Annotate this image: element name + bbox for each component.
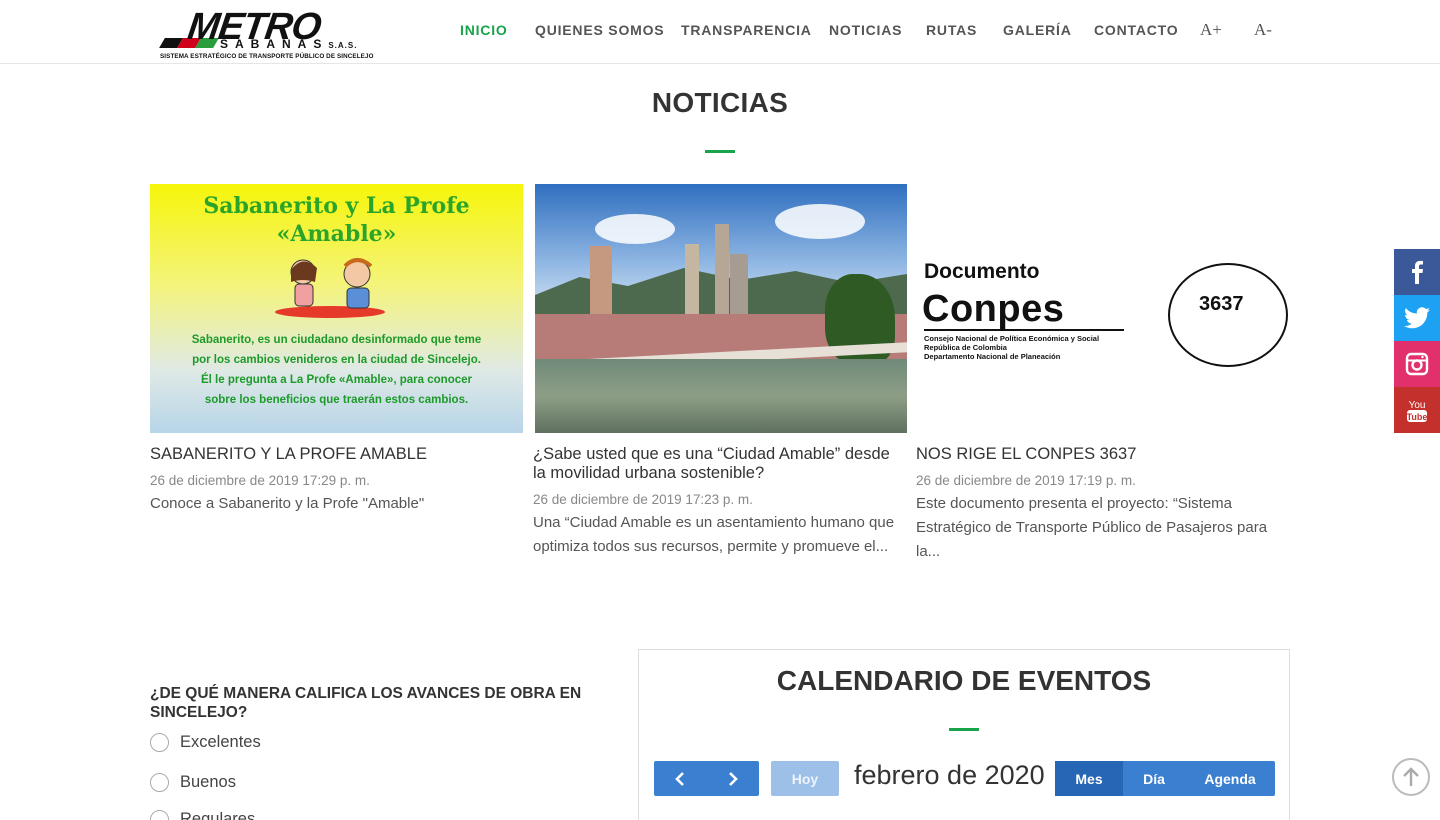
image-small-text: Consejo Nacional de Política Económica y… [924,334,1100,361]
photo-building [685,244,699,316]
news-title[interactable]: ¿Sabe usted que es una “Ciudad Amable” d… [533,445,906,483]
image-heading: Sabanerito y La Profe «Amable» [203,193,470,247]
nav-galeria[interactable]: GALERÍA [1003,22,1072,38]
chevron-right-icon [728,771,738,786]
news-card: Sabanerito y La Profe «Amable» Sabanerit… [150,184,523,516]
scroll-to-top-button[interactable] [1392,758,1430,796]
news-date: 26 de diciembre de 2019 17:19 p. m. [916,473,1136,488]
events-calendar: CALENDARIO DE EVENTOS Hoy febrero de 202… [638,649,1290,820]
news-excerpt: Conoce a Sabanerito y la Profe "Amable" [150,495,425,512]
news-image-sabanerito[interactable]: Sabanerito y La Profe «Amable» Sabanerit… [150,184,523,433]
nav-contacto[interactable]: CONTACTO [1094,22,1178,38]
photo-building [590,246,612,316]
news-date: 26 de diciembre de 2019 17:23 p. m. [533,492,753,507]
poll-option-label: Buenos [180,773,236,791]
radio-button[interactable] [150,733,169,752]
nav-noticias[interactable]: NOTICIAS [829,22,902,38]
news-image-ciudad-amable[interactable] [535,184,907,433]
news-excerpt: Este documento presenta el proyecto: “Si… [916,495,1268,560]
poll-option-buenos[interactable]: Buenos [150,773,236,792]
nav-transparencia[interactable]: TRANSPARENCIA [681,22,812,38]
instagram-icon [1405,352,1429,376]
calendar-view-agenda[interactable]: Agenda [1185,761,1275,796]
metro-sabanas-logo[interactable]: METRO SABANASS.A.S. SISTEMA ESTRATÉGICO … [159,6,390,62]
news-title-underline [705,150,735,153]
news-title[interactable]: NOS RIGE EL CONPES 3637 [916,445,1289,464]
photo-building [730,254,748,316]
image-number: 3637 [1199,293,1244,315]
youtube-icon: YouTube [1407,400,1428,422]
calendar-view-switcher: Mes Día Agenda [1055,761,1275,796]
news-title[interactable]: SABANERITO Y LA PROFE AMABLE [150,445,523,464]
cartoon-characters-illustration [275,258,385,318]
news-excerpt: Una “Ciudad Amable es un asentamiento hu… [533,514,895,555]
photo-water [535,359,907,433]
nav-quienes-somos[interactable]: QUIENES SOMOS [535,22,664,38]
image-caption: Sabanerito, es un ciudadano desinformado… [191,334,482,406]
social-sidebar: You Tube [1394,249,1440,433]
photo-cloud [595,214,675,244]
news-image-conpes[interactable]: Documento Conpes Consejo Nacional de Pol… [916,184,1289,433]
site-header: METRO SABANASS.A.S. SISTEMA ESTRATÉGICO … [0,0,1440,64]
calendar-prev-button[interactable] [654,761,707,796]
calendar-month-label: febrero de 2020 [854,760,1045,790]
font-decrease-button[interactable]: A- [1254,20,1272,40]
nav-inicio[interactable]: INICIO [460,22,508,38]
nav-rutas[interactable]: RUTAS [926,22,977,38]
calendar-next-button[interactable] [707,761,760,796]
news-date: 26 de diciembre de 2019 17:29 p. m. [150,473,370,488]
logo-tagline: SISTEMA ESTRATÉGICO DE TRANSPORTE PÚBLIC… [160,53,374,60]
poll-option-label: Regulares [180,810,256,820]
logo-sub: SABANASS.A.S. [220,37,358,51]
arrow-up-icon [1403,767,1419,786]
svg-text:You: You [1409,400,1426,411]
image-conpes-label: Conpes [922,288,1065,330]
calendar-view-day[interactable]: Día [1123,761,1185,796]
photo-tower [715,224,729,319]
poll-option-regulares[interactable]: Regulares [150,810,255,820]
instagram-link[interactable] [1394,341,1440,387]
facebook-icon [1412,260,1423,284]
youtube-link[interactable]: You Tube [1394,387,1440,433]
calendar-today-button[interactable]: Hoy [771,761,839,796]
news-section-title: NOTICIAS [651,87,789,118]
radio-button[interactable] [150,773,169,792]
calendar-title: CALENDARIO DE EVENTOS [776,665,1152,696]
image-divider [924,329,1124,331]
font-increase-button[interactable]: A+ [1200,20,1222,40]
photo-cloud [775,204,865,239]
calendar-title-underline [949,728,979,731]
poll-question: ¿DE QUÉ MANERA CALIFICA LOS AVANCES DE O… [150,685,582,721]
calendar-view-month[interactable]: Mes [1055,761,1123,796]
news-card: ¿Sabe usted que es una “Ciudad Amable” d… [533,184,907,559]
chevron-left-icon [675,771,685,786]
news-card: Documento Conpes Consejo Nacional de Pol… [916,184,1289,564]
calendar-nav [654,761,759,796]
image-doc-label: Documento [924,260,1040,283]
facebook-link[interactable] [1394,249,1440,295]
twitter-icon [1404,307,1430,329]
svg-text:Tube: Tube [1407,412,1428,422]
twitter-link[interactable] [1394,295,1440,341]
poll-option-label: Excelentes [180,733,261,751]
radio-button[interactable] [150,810,169,820]
poll-option-excelentes[interactable]: Excelentes [150,733,261,752]
